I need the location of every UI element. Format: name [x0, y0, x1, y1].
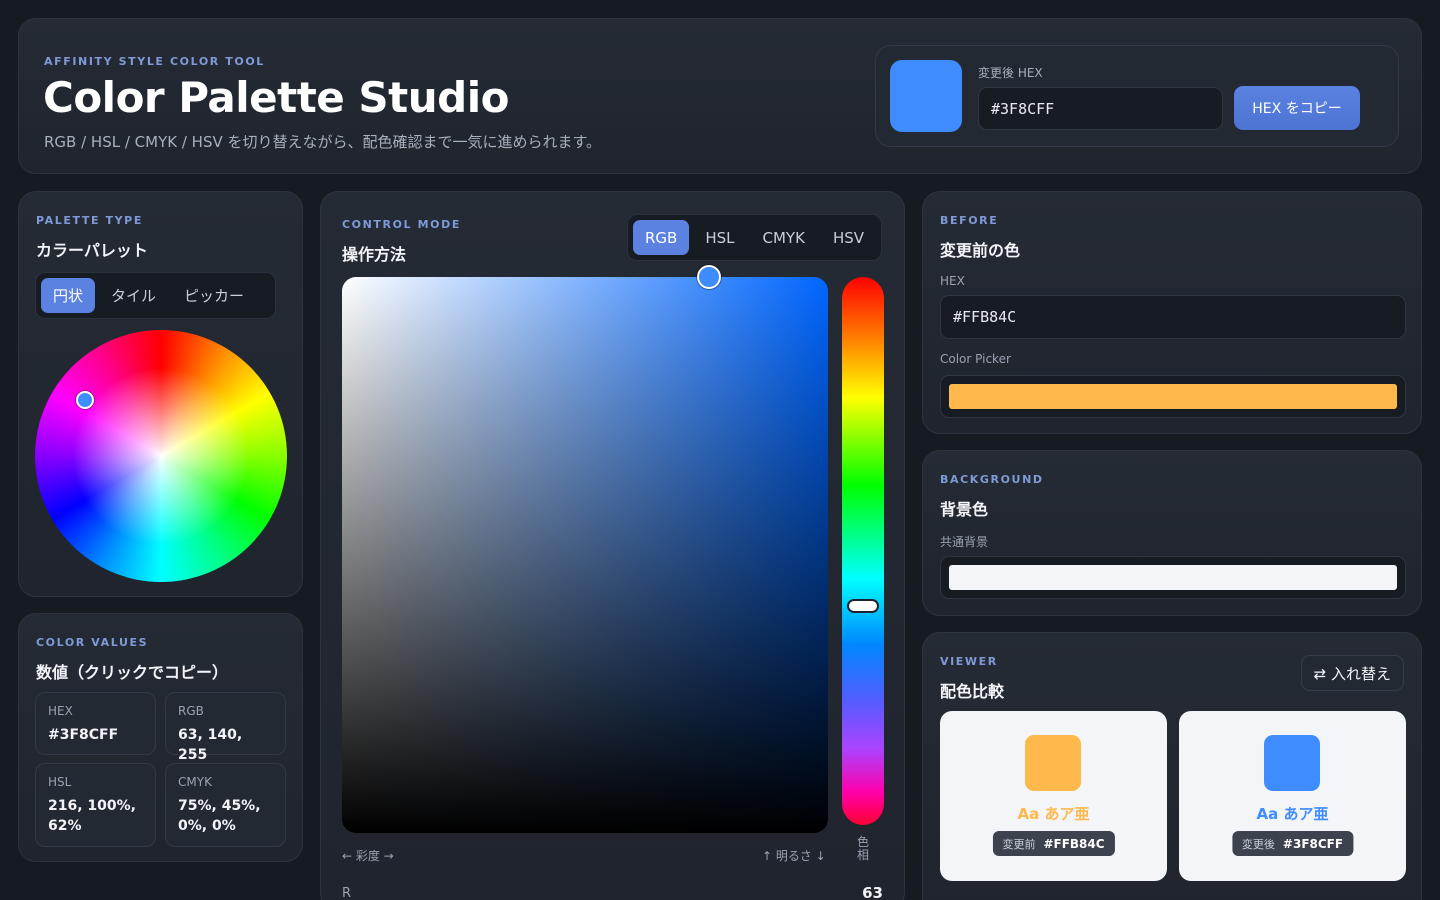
tab-picker[interactable]: ピッカー	[172, 278, 256, 313]
tab-tile[interactable]: タイル	[99, 278, 168, 313]
value-tile-cmyk[interactable]: CMYK 75%, 45%, 0%, 0%	[165, 763, 286, 847]
tab-hsl[interactable]: HSL	[693, 220, 746, 255]
preview-before-tag: 変更前 #FFB84C	[992, 831, 1115, 856]
preview-before-sample: Aa あア亜	[1017, 805, 1090, 823]
tag-hex: #3F8CFF	[1282, 836, 1344, 851]
value-label: HEX	[48, 704, 73, 718]
tag-label: 変更後	[1241, 837, 1275, 851]
before-color-bar	[949, 384, 1397, 409]
tab-wheel[interactable]: 円状	[41, 278, 96, 313]
hue-slider[interactable]	[842, 277, 884, 825]
value-tile-hsl[interactable]: HSL 216, 100%, 62%	[35, 763, 156, 847]
value-label: CMYK	[178, 775, 212, 789]
background-color-picker[interactable]	[940, 556, 1406, 599]
preview-before-swatch	[1025, 735, 1081, 791]
app-description: RGB / HSL / CMYK / HSV を切り替えながら、配色確認まで一気…	[44, 133, 602, 151]
value-tile-hex[interactable]: HEX #3F8CFF	[35, 692, 156, 755]
preview-before-card: Aa あア亜 変更前 #FFB84C	[940, 711, 1167, 881]
before-color-picker[interactable]	[940, 375, 1406, 418]
before-picker-label: Color Picker	[940, 352, 1011, 366]
control-mode-tabs: RGB HSL CMYK HSV	[627, 214, 882, 261]
tab-cmyk[interactable]: CMYK	[751, 220, 817, 255]
before-hex-input[interactable]	[940, 295, 1406, 339]
tab-rgb[interactable]: RGB	[633, 220, 690, 255]
current-hex-panel: 変更後 HEX HEX をコピー	[875, 45, 1399, 147]
background-eyebrow: BACKGROUND	[940, 473, 1044, 486]
value-text: #3F8CFF	[48, 727, 119, 743]
app-header: AFFINITY STYLE COLOR TOOL Color Palette …	[18, 18, 1422, 174]
palette-eyebrow: PALETTE TYPE	[36, 214, 143, 227]
copy-hex-button[interactable]: HEX をコピー	[1234, 86, 1360, 130]
tab-hsv[interactable]: HSV	[821, 220, 876, 255]
preview-after-card: Aa あア亜 変更後 #3F8CFF	[1179, 711, 1406, 881]
app-eyebrow: AFFINITY STYLE COLOR TOOL	[44, 55, 265, 68]
app-title: Color Palette Studio	[43, 73, 509, 122]
palette-type-panel: PALETTE TYPE カラーパレット 円状 タイル ピッカー	[18, 191, 303, 597]
control-eyebrow: CONTROL MODE	[342, 218, 461, 231]
before-hex-label: HEX	[940, 274, 965, 288]
palette-type-tabs: 円状 タイル ピッカー	[35, 272, 276, 319]
values-eyebrow: COLOR VALUES	[36, 636, 149, 649]
swap-button[interactable]: ⇄ 入れ替え	[1300, 655, 1404, 691]
preview-after-tag: 変更後 #3F8CFF	[1231, 831, 1354, 856]
viewer-title: 配色比較	[940, 682, 1005, 701]
current-color-swatch	[890, 60, 962, 132]
control-title: 操作方法	[342, 245, 407, 264]
brightness-axis-label: ↑ 明るさ ↓	[762, 849, 826, 863]
channel-value: 63	[862, 884, 883, 900]
preview-after-sample: Aa あア亜	[1256, 805, 1329, 823]
viewer-eyebrow: VIEWER	[940, 655, 998, 668]
value-label: RGB	[178, 704, 204, 718]
color-wheel[interactable]	[35, 330, 287, 582]
control-mode-panel: CONTROL MODE 操作方法 RGB HSL CMYK HSV ← 彩度 …	[320, 191, 905, 900]
viewer-panel: VIEWER 配色比較 ⇄ 入れ替え Aa あア亜 変更前 #FFB84C Aa…	[922, 632, 1422, 900]
values-title: 数値（クリックでコピー）	[36, 663, 229, 682]
hue-axis-label: 色相	[857, 835, 870, 862]
background-title: 背景色	[940, 500, 989, 519]
value-text: 63, 140, 255	[178, 727, 243, 763]
value-tile-rgb[interactable]: RGB 63, 140, 255	[165, 692, 286, 763]
tag-hex: #FFB84C	[1043, 836, 1105, 851]
before-eyebrow: BEFORE	[940, 214, 999, 227]
background-color-bar	[949, 565, 1397, 590]
value-label: HSL	[48, 775, 72, 789]
value-text: 216, 100%, 62%	[48, 798, 136, 834]
common-background-label: 共通背景	[940, 535, 989, 549]
saturation-brightness-handle[interactable]	[697, 265, 721, 289]
before-title: 変更前の色	[940, 241, 1021, 260]
current-hex-label: 変更後 HEX	[978, 66, 1043, 80]
current-hex-input[interactable]	[978, 87, 1223, 130]
preview-after-swatch	[1264, 735, 1320, 791]
tag-label: 変更前	[1002, 837, 1036, 851]
channel-label: R	[342, 886, 352, 900]
background-color-panel: BACKGROUND 背景色 共通背景	[922, 450, 1422, 616]
palette-title: カラーパレット	[36, 241, 148, 260]
saturation-brightness-area[interactable]	[342, 277, 828, 833]
value-text: 75%, 45%, 0%, 0%	[178, 798, 261, 834]
color-wheel-handle[interactable]	[76, 391, 94, 409]
color-values-panel: COLOR VALUES 数値（クリックでコピー） HEX #3F8CFF RG…	[18, 613, 303, 862]
before-color-panel: BEFORE 変更前の色 HEX Color Picker	[922, 191, 1422, 434]
saturation-axis-label: ← 彩度 →	[342, 849, 394, 863]
hue-slider-handle[interactable]	[847, 599, 879, 613]
